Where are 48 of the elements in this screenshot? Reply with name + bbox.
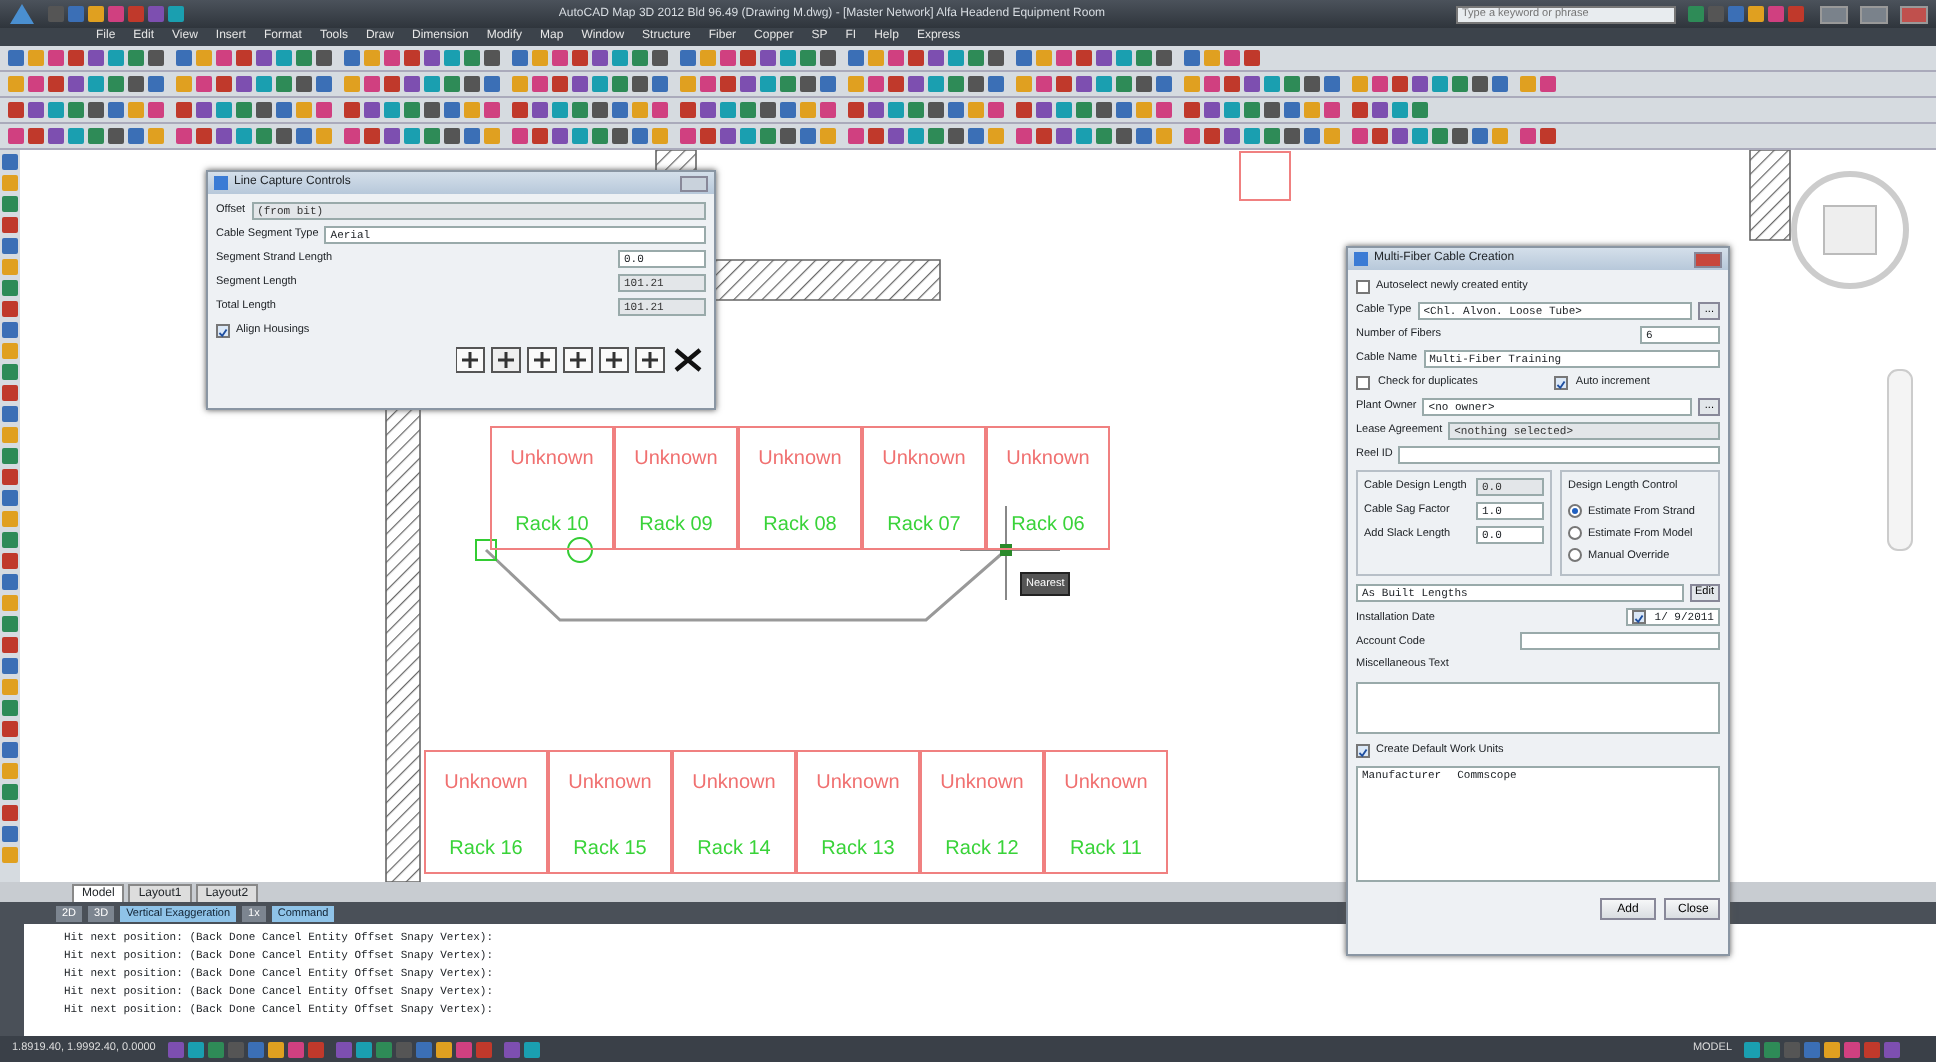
snap-marker-icon (475, 539, 497, 561)
rack-label: Rack 09 (639, 512, 713, 540)
checkbox[interactable] (1356, 376, 1370, 390)
dialog-icon (214, 176, 228, 190)
rack-status-label: Unknown (816, 770, 900, 798)
crosshair-cursor (959, 505, 1061, 601)
maximize-button[interactable] (1860, 5, 1888, 23)
rack-status-label: Unknown (634, 446, 718, 474)
rack-label: Rack 06 (1011, 512, 1085, 540)
checkbox[interactable] (216, 324, 230, 338)
close-button[interactable] (1694, 251, 1722, 267)
rack-label: Rack 08 (763, 512, 837, 540)
checkbox[interactable] (1356, 743, 1370, 757)
rack-status-label: Unknown (882, 446, 966, 474)
rack-label: Rack 14 (697, 836, 771, 864)
vertex-marker-icon (567, 537, 593, 563)
rack-label: Rack 15 (573, 836, 647, 864)
rack-status-label: Unknown (692, 770, 776, 798)
rack-status-label: Unknown (510, 446, 594, 474)
text-area[interactable] (1356, 681, 1720, 733)
dialog-icon (1354, 252, 1368, 266)
rack-status-label: Unknown (1064, 770, 1148, 798)
close-button[interactable] (680, 175, 708, 191)
rack-status-label: Unknown (1006, 446, 1090, 474)
rack-label: Rack 12 (945, 836, 1019, 864)
capture-tools-drawing[interactable] (456, 346, 706, 374)
date-checkbox[interactable] (1632, 610, 1647, 625)
rack-status-label: Unknown (940, 770, 1024, 798)
input-field[interactable] (1520, 632, 1720, 651)
rack-label: Rack 16 (449, 836, 523, 864)
rack-status-label: Unknown (758, 446, 842, 474)
checkbox[interactable] (1356, 280, 1370, 294)
rack-label: Rack 10 (515, 512, 589, 540)
rack-label: Rack 07 (887, 512, 961, 540)
radio-button[interactable] (1568, 504, 1582, 519)
minimize-button[interactable] (1820, 5, 1848, 23)
rack-label: Rack 11 (1070, 836, 1142, 864)
close-button[interactable] (1900, 5, 1928, 23)
radio-button[interactable] (1568, 526, 1582, 541)
radio-button[interactable] (1568, 548, 1582, 563)
wall-drawing (1749, 150, 1791, 241)
rack-label: Rack 13 (821, 836, 895, 864)
rack-status-label: Unknown (568, 770, 652, 798)
checkbox[interactable] (1553, 376, 1568, 390)
rack-outline (1239, 151, 1291, 201)
input-field[interactable] (1398, 446, 1720, 464)
rack-status-label: Unknown (444, 770, 528, 798)
help-toolbar-drawing[interactable] (1688, 4, 1808, 24)
